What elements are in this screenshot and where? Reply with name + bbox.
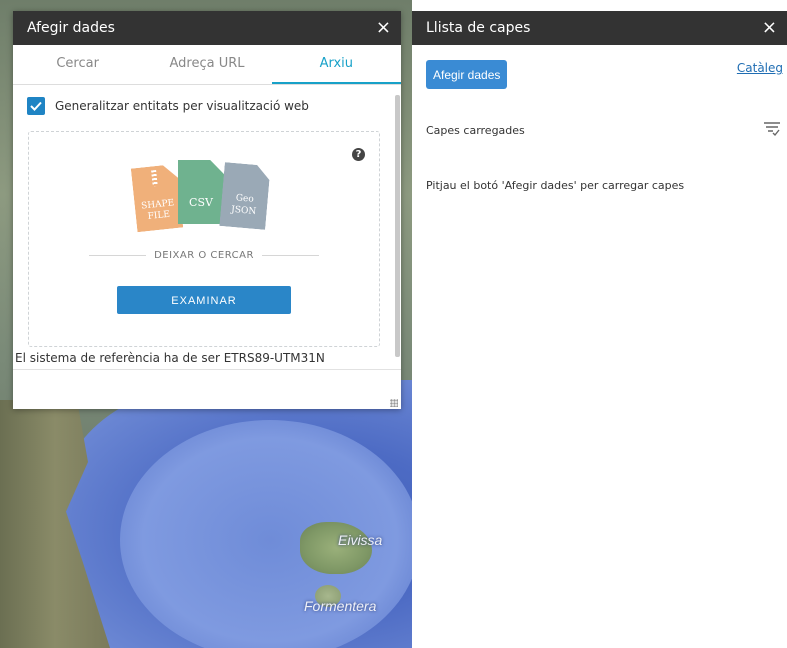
empty-layers-message: Pitjau el botó 'Afegir dades' per carreg… (426, 179, 685, 192)
tab-url[interactable]: Adreça URL (142, 45, 271, 84)
csv-icon: CSV (178, 160, 224, 224)
tab-search[interactable]: Cercar (13, 45, 142, 84)
crs-note: El sistema de referència ha de ser ETRS8… (15, 351, 325, 365)
tab-file[interactable]: Arxiu (271, 45, 401, 84)
browse-button[interactable]: EXAMINAR (117, 286, 291, 314)
scrollbar[interactable] (395, 95, 400, 357)
drop-or-search-text: DEIXAR O CERCAR (154, 250, 254, 261)
map-label-eivissa: Eivissa (338, 532, 383, 548)
catalog-link[interactable]: Catàleg (737, 61, 783, 75)
close-icon[interactable]: × (376, 19, 391, 37)
loaded-layers-label: Capes carregades (426, 124, 525, 137)
close-icon[interactable]: × (762, 19, 777, 37)
csv-label: CSV (189, 196, 213, 209)
layer-list-header: Llista de capes × (412, 11, 787, 45)
add-data-tabs: Cercar Adreça URL Arxiu (13, 45, 401, 85)
layer-list-title: Llista de capes (426, 20, 531, 36)
zipper-icon (151, 170, 158, 186)
file-tab-body: Generalitzar entitats per visualització … (13, 85, 401, 409)
generalize-label: Generalitzar entitats per visualització … (55, 99, 309, 113)
add-data-button[interactable]: Afegir dades (426, 60, 508, 89)
divider-line-right (261, 255, 320, 256)
divider-line-left (89, 255, 147, 256)
shapefile-icon: SHAPE FILE (131, 164, 183, 232)
drop-divider: DEIXAR O CERCAR (89, 250, 320, 261)
map-label-formentera: Formentera (304, 598, 377, 614)
help-icon[interactable]: ? (352, 148, 365, 161)
layer-list-panel: Llista de capes × Afegir dades Catàleg C… (412, 11, 787, 648)
add-data-panel: Afegir dades × Cercar Adreça URL Arxiu G… (13, 11, 401, 409)
filter-icon[interactable] (763, 121, 781, 137)
panel-divider (13, 369, 401, 370)
generalize-option: Generalitzar entitats per visualització … (27, 97, 309, 115)
geojson-label-2: JSON (230, 204, 257, 218)
file-dropzone[interactable]: ? SHAPE FILE CSV Geo JSON DEIXAR O CERCA… (28, 131, 380, 347)
geojson-icon: Geo JSON (219, 162, 270, 230)
generalize-checkbox[interactable] (27, 97, 45, 115)
check-icon (30, 101, 42, 111)
supported-file-types: SHAPE FILE CSV Geo JSON (134, 160, 274, 230)
add-data-header: Afegir dades × (13, 11, 401, 45)
resize-handle[interactable] (390, 399, 398, 407)
add-data-title: Afegir dades (27, 20, 115, 36)
